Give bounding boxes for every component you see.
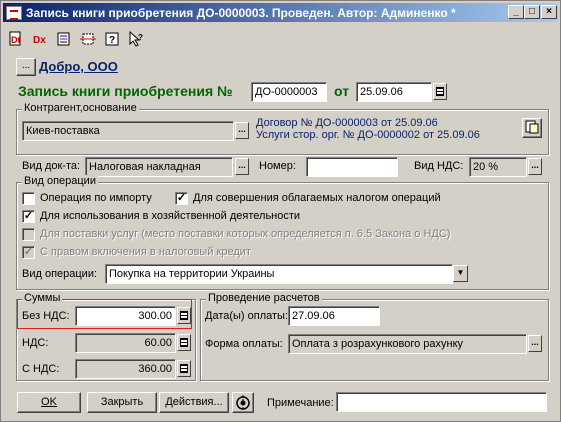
note-label: Примечание:	[267, 397, 334, 409]
vat-type-label: Вид НДС:	[414, 160, 464, 172]
vat-calculator-icon[interactable]	[177, 334, 191, 351]
payment-form-field[interactable]: Оплата з розрахункового рахунку	[288, 334, 527, 354]
firm-name-link[interactable]: Добро, ООО	[39, 59, 118, 74]
doc-title: Запись книги приобретения №	[18, 83, 233, 99]
taxable-checkbox[interactable]: ✓	[175, 192, 188, 205]
basis-select-icon[interactable]	[522, 118, 542, 138]
credit-checkbox: ✓	[22, 246, 35, 259]
business-checkbox[interactable]: ✓	[22, 210, 35, 223]
basis-line-2: Услуги стор. орг. № ДО-0000002 от 25.09.…	[256, 129, 480, 141]
doc-type-field[interactable]: Налоговая накладная	[85, 157, 233, 177]
firm-select-button[interactable]: ...	[16, 58, 36, 76]
post-doc-icon[interactable]	[53, 29, 75, 49]
number-label: Номер:	[259, 160, 296, 172]
taxable-label: Для совершения облагаемых налогом операц…	[193, 192, 441, 204]
contractor-group-title: Контрагент,основание	[22, 102, 139, 114]
operation-type-dropdown-icon[interactable]: ▼	[453, 265, 468, 282]
maximize-button[interactable]: □	[524, 5, 540, 19]
services-checkbox	[22, 228, 35, 241]
contractor-field[interactable]: Киев-поставка	[22, 121, 234, 141]
svg-text:Dx: Dx	[33, 35, 46, 46]
ok-button[interactable]: OK	[17, 392, 81, 413]
date-calendar-icon[interactable]	[433, 83, 447, 100]
no-vat-calculator-icon[interactable]	[177, 307, 191, 324]
doc-number-field[interactable]: ДО-0000003	[251, 82, 327, 102]
payment-form-select-button[interactable]: ...	[528, 335, 542, 352]
vat-type-select-button[interactable]: ...	[528, 158, 542, 175]
payment-date-label: Дата(ы) оплаты:	[205, 310, 289, 322]
context-help-icon[interactable]: ?	[125, 29, 147, 49]
import-checkbox[interactable]	[22, 192, 35, 205]
delete-mark-icon[interactable]: Dx	[29, 29, 51, 49]
with-vat-calculator-icon[interactable]	[177, 360, 191, 377]
no-vat-field[interactable]: 300.00	[75, 306, 176, 326]
svg-text:?: ?	[138, 33, 143, 42]
vat-field[interactable]: 60.00	[75, 333, 176, 353]
with-vat-label: С НДС:	[22, 363, 60, 375]
import-label: Операция по импорту	[40, 192, 152, 204]
window-title: Запись книги приобретения ДО-0000003. Пр…	[26, 5, 456, 20]
with-vat-field[interactable]: 360.00	[75, 359, 176, 379]
doc-type-label: Вид док-та:	[22, 160, 81, 172]
note-field[interactable]	[336, 392, 547, 412]
document-window: Запись книги приобретения ДО-0000003. Пр…	[0, 0, 561, 422]
business-label: Для использования в хозяйственной деятел…	[40, 210, 301, 222]
no-vat-label: Без НДС:	[22, 310, 70, 322]
move-doc-icon[interactable]	[77, 29, 99, 49]
help-icon[interactable]: ?	[101, 29, 123, 49]
services-label: Для поставки услуг (место поставки котор…	[40, 228, 451, 240]
doc-date-field[interactable]: 25.09.06	[356, 82, 432, 102]
minimize-button[interactable]: _	[508, 5, 524, 19]
number-field[interactable]	[306, 157, 398, 177]
payment-date-field[interactable]: 27.09.06	[288, 306, 380, 326]
date-label: от	[334, 83, 350, 99]
operation-type-select[interactable]: Покупка на территории Украины	[105, 264, 453, 284]
operation-type-label: Вид операции:	[22, 268, 98, 280]
app-icon	[6, 5, 22, 20]
close-form-button[interactable]: Закрыть	[87, 392, 157, 413]
svg-text:Dt: Dt	[11, 35, 21, 45]
operation-group-title: Вид операции	[22, 175, 98, 187]
contractor-select-button[interactable]: ...	[235, 122, 249, 139]
toolbar: Dt Dx ? ?	[5, 29, 147, 49]
credit-label: С правом включения в налоговый кредит	[40, 246, 251, 258]
title-bar[interactable]: Запись книги приобретения ДО-0000003. Пр…	[3, 3, 558, 22]
vat-type-field[interactable]: 20 %	[469, 157, 527, 177]
payment-group-title: Проведение расчетов	[206, 292, 322, 304]
delete-doc-icon[interactable]: Dt	[5, 29, 27, 49]
actions-button[interactable]: Действия...	[159, 392, 229, 413]
settings-icon[interactable]	[232, 392, 254, 413]
basis-line-1: Договор № ДО-0000003 от 25.09.06	[256, 117, 438, 129]
close-button[interactable]: ×	[541, 5, 557, 19]
sums-group-title: Суммы	[22, 292, 63, 304]
doc-type-select-button[interactable]: ...	[235, 158, 249, 175]
vat-label: НДС:	[22, 337, 49, 349]
svg-text:?: ?	[109, 35, 115, 46]
payment-form-label: Форма оплаты:	[205, 338, 283, 350]
